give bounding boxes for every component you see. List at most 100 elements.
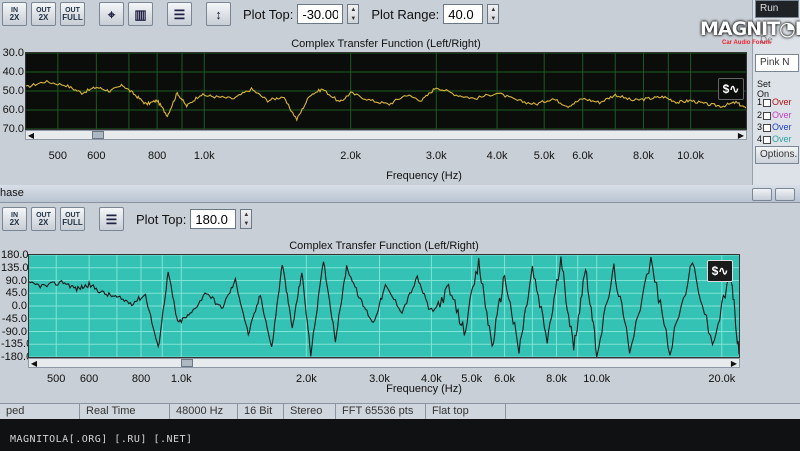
plot-top-spinner[interactable]: ▲ ▼: [347, 4, 360, 24]
scroll-right-icon[interactable]: ▶: [736, 130, 746, 140]
status-sample-rate: 48000 Hz: [170, 404, 238, 419]
list-icon[interactable]: ☰: [99, 207, 124, 231]
phase-plot-top-spinner[interactable]: ▲ ▼: [240, 209, 253, 229]
zoom-out-full-button[interactable]: OUT FULL: [60, 207, 85, 231]
x-tick-label: 5.0k: [533, 150, 555, 162]
x-tick-label: 6.0k: [494, 373, 515, 385]
magnitude-scrollbar[interactable]: ◀ ▶: [25, 130, 747, 140]
phase-scrollbar[interactable]: ◀ ▶: [28, 358, 740, 368]
channel-1[interactable]: 1 Over: [757, 97, 792, 107]
scroll-thumb[interactable]: [92, 131, 104, 139]
minimize-button[interactable]: [752, 188, 772, 201]
phase-x-axis-title: Frequency (Hz): [386, 383, 462, 395]
channel-checkbox[interactable]: [763, 123, 772, 132]
magnitola-logo: MAGNIT◔LA: [700, 18, 800, 40]
x-tick-label: 1.0k: [170, 373, 192, 385]
scroll-right-icon[interactable]: ▶: [729, 358, 739, 368]
x-tick-label: 5.0k: [461, 373, 483, 385]
plot-top-input[interactable]: [297, 4, 344, 24]
zoom-in-2x-button[interactable]: IN 2X: [2, 207, 27, 231]
status-mode: ped: [0, 404, 80, 419]
maximize-button[interactable]: [775, 188, 795, 201]
x-tick-label: 3.0k: [425, 150, 447, 162]
channel-number: 1: [757, 97, 763, 107]
channel-checkbox[interactable]: [763, 111, 772, 120]
status-window: Flat top: [426, 404, 506, 419]
y-tick-label: -45.0: [1, 312, 27, 325]
x-tick-label: 500: [47, 373, 66, 385]
expand-vertical-icon[interactable]: ↕: [206, 2, 231, 26]
button-sublabel: FULL: [62, 218, 83, 227]
x-tick-label: 500: [48, 150, 68, 162]
magnitude-plot-svg: [26, 53, 746, 129]
phase-plot: [28, 254, 740, 358]
zoom-out-2x-button[interactable]: OUT 2X: [31, 207, 56, 231]
phase-plot-svg: [29, 255, 739, 357]
plot-range-label: Plot Range:: [371, 6, 440, 22]
plot-range-spinner[interactable]: ▲ ▼: [487, 4, 500, 24]
y-tick-label: 30.0: [2, 47, 24, 59]
cursor-icon[interactable]: ⌖: [99, 2, 124, 26]
channel-4[interactable]: 4 Over: [757, 134, 792, 144]
y-tick-label: -90.0: [1, 325, 27, 338]
zoom-out-2x-button[interactable]: OUT 2X: [31, 2, 56, 26]
zoom-out-full-button[interactable]: OUT FULL: [60, 2, 85, 26]
y-tick-label: 45.0: [5, 287, 27, 300]
channel-checkbox[interactable]: [763, 98, 772, 107]
status-realtime: Real Time: [80, 404, 170, 419]
x-tick-label: 600: [79, 373, 99, 385]
signal-generator-icon[interactable]: $∿: [718, 78, 744, 100]
y-tick-label: 0.0: [11, 300, 27, 312]
x-tick-label: 2.0k: [340, 150, 362, 162]
x-tick-label: 800: [147, 150, 167, 162]
spin-down-icon: ▼: [350, 15, 357, 22]
magnitude-chart-title: Complex Transfer Function (Left/Right): [291, 38, 481, 50]
x-tick-label: 2.0k: [295, 373, 317, 385]
list-icon[interactable]: ☰: [167, 2, 192, 26]
channel-label: Over: [772, 97, 792, 107]
scroll-thumb[interactable]: [181, 359, 193, 367]
button-sublabel: 2X: [9, 13, 20, 22]
spin-up-icon: ▲: [490, 6, 497, 13]
phase-window-title: hase: [0, 187, 24, 199]
x-tick-label: 10.0k: [583, 373, 611, 385]
plot-top-label: Plot Top:: [136, 211, 187, 227]
phase-chart-title: Complex Transfer Function (Left/Right): [289, 240, 479, 252]
y-tick-label: 180.0: [1, 249, 29, 261]
channel-label: Over: [772, 110, 792, 120]
status-fft: FFT 65536 pts: [336, 404, 426, 419]
channel-checkbox[interactable]: [763, 135, 772, 144]
phase-plot-top-input[interactable]: [190, 209, 237, 229]
y-tick-label: 40.0: [2, 66, 24, 78]
source-select[interactable]: Pink N: [755, 54, 799, 72]
watermark: MAGNITOLA[.ORG] [.RU] [.NET]: [10, 434, 193, 445]
x-tick-label: 800: [131, 373, 151, 385]
scroll-left-icon[interactable]: ◀: [29, 358, 39, 368]
status-channels: Stereo: [284, 404, 336, 419]
set-label: Set: [757, 79, 771, 89]
toolbar-phase: IN2X OUT2X OUTFULL ☰ Plot Top: ▲▼: [0, 205, 253, 233]
zoom-in-2x-button[interactable]: IN 2X: [2, 2, 27, 26]
channel-label: Over: [772, 134, 792, 144]
scroll-left-icon[interactable]: ◀: [26, 130, 36, 140]
y-tick-label: 90.0: [5, 274, 27, 287]
x-tick-label: 1.0k: [193, 150, 215, 162]
phase-window-titlebar: hase: [0, 185, 800, 203]
plot-range-input[interactable]: [443, 4, 484, 24]
x-tick-label: 6.0k: [572, 150, 594, 162]
run-button[interactable]: Run: [755, 0, 799, 18]
spin-down-icon: ▼: [490, 15, 497, 22]
y-tick-label: 135.0: [1, 261, 29, 274]
x-tick-label: 600: [87, 150, 106, 162]
channel-number: 3: [757, 122, 763, 132]
bars-icon[interactable]: ▥: [128, 2, 153, 26]
x-tick-label: 8.0k: [633, 150, 654, 162]
status-bar: ped Real Time 48000 Hz 16 Bit Stereo FFT…: [0, 403, 800, 419]
status-bit-depth: 16 Bit: [238, 404, 284, 419]
channel-3[interactable]: 3 Over: [757, 122, 792, 132]
channel-number: 2: [757, 110, 763, 120]
options-button[interactable]: Options...: [755, 146, 799, 164]
channel-2[interactable]: 2 Over: [757, 110, 792, 120]
signal-generator-icon[interactable]: $∿: [707, 260, 733, 282]
y-tick-label: 50.0: [2, 85, 24, 97]
